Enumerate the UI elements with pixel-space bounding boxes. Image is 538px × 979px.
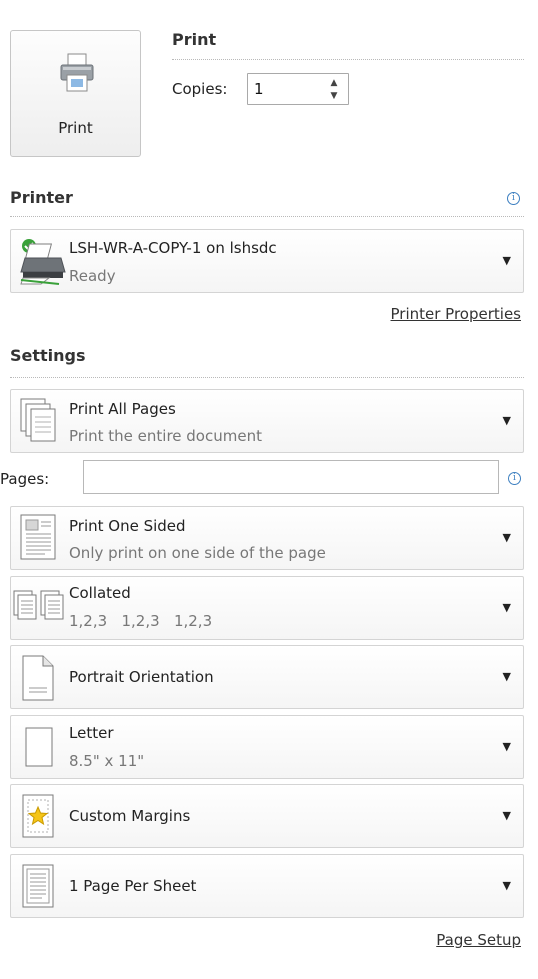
sides-subtitle: Only print on one side of the page [69, 544, 326, 562]
pages-label: Pages: [0, 470, 50, 488]
copies-decrement-icon[interactable]: ▼ [328, 91, 340, 101]
printer-section-title: Printer [10, 188, 73, 207]
margins-star-icon [22, 794, 54, 838]
print-range-dropdown[interactable]: Print All Pages Print the entire documen… [10, 389, 524, 453]
collated-pages-icon [13, 590, 64, 620]
settings-divider [10, 377, 524, 378]
chevron-down-icon: ▼ [502, 254, 511, 267]
pages-per-sheet-dropdown[interactable]: 1 Page Per Sheet ▼ [10, 854, 524, 918]
portrait-page-icon [22, 655, 54, 701]
sides-title: Print One Sided [69, 517, 186, 535]
copies-increment-icon[interactable]: ▲ [328, 78, 340, 88]
collation-subtitle: 1,2,3 1,2,3 1,2,3 [69, 612, 213, 630]
paper-size-title: Letter [69, 724, 114, 742]
printer-divider [10, 216, 524, 217]
page-per-sheet-icon [22, 864, 54, 908]
chevron-down-icon: ▼ [502, 879, 511, 892]
collation-dropdown[interactable]: Collated 1,2,3 1,2,3 1,2,3 ▼ [10, 576, 524, 640]
print-button-label: Print [58, 119, 93, 137]
printer-dropdown[interactable]: LSH-WR-A-COPY-1 on lshsdc Ready ▼ [10, 229, 524, 293]
paper-size-subtitle: 8.5" x 11" [69, 752, 145, 770]
page-setup-link[interactable]: Page Setup [436, 931, 521, 949]
settings-section-title: Settings [10, 346, 86, 365]
printer-ready-icon [20, 239, 66, 285]
printer-info-icon[interactable]: i [507, 192, 520, 205]
collation-title: Collated [69, 584, 131, 602]
sides-dropdown[interactable]: Print One Sided Only print on one side o… [10, 506, 524, 570]
one-sided-page-icon [20, 514, 56, 560]
chevron-down-icon: ▼ [502, 809, 511, 822]
pages-input[interactable] [83, 460, 499, 494]
margins-dropdown[interactable]: Custom Margins ▼ [10, 784, 524, 848]
printer-icon [60, 53, 94, 92]
print-divider [172, 59, 524, 60]
print-range-title: Print All Pages [69, 400, 176, 418]
chevron-down-icon: ▼ [502, 531, 511, 544]
pages-per-sheet-title: 1 Page Per Sheet [69, 877, 197, 895]
print-range-subtitle: Print the entire document [69, 427, 262, 445]
print-button[interactable]: Print [10, 30, 141, 157]
orientation-title: Portrait Orientation [69, 668, 214, 686]
chevron-down-icon: ▼ [502, 670, 511, 683]
printer-status: Ready [69, 267, 116, 285]
copies-input[interactable] [254, 79, 324, 99]
chevron-down-icon: ▼ [502, 601, 511, 614]
printer-properties-link[interactable]: Printer Properties [391, 305, 521, 323]
pages-stack-icon [20, 398, 56, 442]
printer-name: LSH-WR-A-COPY-1 on lshsdc [69, 239, 277, 257]
print-section-title: Print [172, 30, 217, 49]
copies-label: Copies: [172, 80, 228, 98]
paper-size-icon [25, 727, 53, 767]
chevron-down-icon: ▼ [502, 740, 511, 753]
orientation-dropdown[interactable]: Portrait Orientation ▼ [10, 645, 524, 709]
chevron-down-icon: ▼ [502, 414, 511, 427]
copies-stepper[interactable]: ▲ ▼ [247, 73, 349, 105]
paper-size-dropdown[interactable]: Letter 8.5" x 11" ▼ [10, 715, 524, 779]
pages-info-icon[interactable]: i [508, 472, 521, 485]
margins-title: Custom Margins [69, 807, 191, 825]
